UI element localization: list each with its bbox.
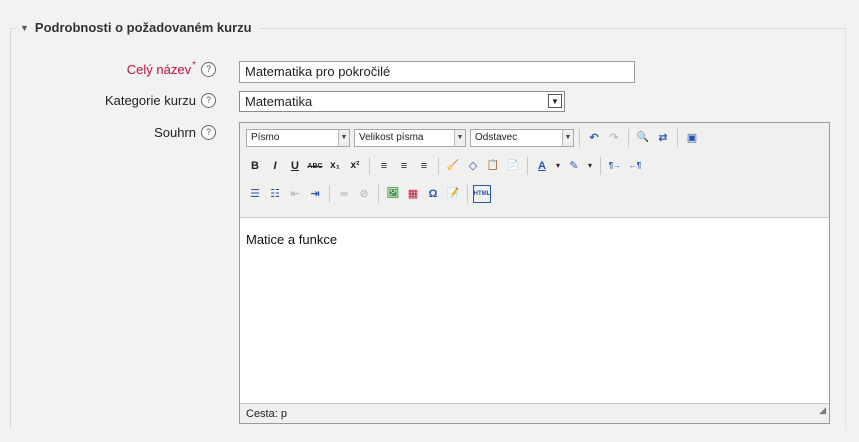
outdent-icon[interactable]: ⇤ bbox=[286, 185, 304, 203]
chevron-down-icon[interactable]: ▾ bbox=[553, 157, 563, 175]
find-icon[interactable]: 🔍 bbox=[634, 129, 652, 147]
replace-icon[interactable]: ⇄ bbox=[654, 129, 672, 147]
ltr-icon[interactable]: ¶→ bbox=[606, 157, 624, 175]
toolbar-separator bbox=[369, 157, 370, 175]
chevron-down-icon: ▼ bbox=[454, 130, 465, 146]
editor-text: Matice a funkce bbox=[246, 232, 338, 247]
fullname-label: Celý název bbox=[126, 62, 192, 77]
toolbar-separator bbox=[600, 157, 601, 175]
chevron-down-icon[interactable]: ▾ bbox=[585, 157, 595, 175]
summary-editor: Písmo ▼ Velikost písma ▼ Odstavec ▼ ↶ ↷ … bbox=[239, 122, 830, 424]
font-family-select[interactable]: Písmo ▼ bbox=[246, 129, 350, 147]
chevron-down-icon: ▼ bbox=[562, 130, 573, 146]
editor-content-area[interactable]: Matice a funkce bbox=[246, 232, 337, 247]
category-select[interactable]: Matematika ▼ bbox=[239, 91, 565, 112]
toolbar-row-1: Písmo ▼ Velikost písma ▼ Odstavec ▼ ↶ ↷ … bbox=[246, 129, 701, 147]
toolbar-row-3: ☰ ☷ ⇤ ⇥ ∞ ⊘ 🖼 ▦ Ω 📝 HTML bbox=[246, 185, 491, 203]
editor-statusbar: Cesta: p ◢ bbox=[240, 403, 829, 423]
paste-text-icon[interactable]: 📋 bbox=[484, 157, 502, 175]
help-icon[interactable]: ? bbox=[201, 62, 216, 77]
italic-icon[interactable]: I bbox=[266, 157, 284, 175]
font-size-value: Velikost písma bbox=[359, 132, 424, 143]
toolbar-separator bbox=[677, 129, 678, 147]
html-source-icon[interactable]: HTML bbox=[473, 185, 491, 203]
category-selected-value: Matematika bbox=[245, 94, 313, 109]
image-icon[interactable]: 🖼 bbox=[384, 185, 402, 203]
category-label-row: Kategorie kurzu ? bbox=[105, 93, 216, 108]
chevron-down-icon[interactable]: ▼ bbox=[548, 94, 562, 108]
align-left-icon[interactable]: ≡ bbox=[375, 157, 393, 175]
section-title: Podrobnosti o požadovaném kurzu bbox=[34, 20, 252, 35]
toolbar-separator bbox=[329, 185, 330, 203]
summary-label: Souhrn bbox=[154, 125, 196, 140]
category-label: Kategorie kurzu bbox=[104, 93, 196, 108]
strikethrough-icon[interactable]: ABC bbox=[306, 157, 324, 175]
block-format-value: Odstavec bbox=[475, 132, 518, 143]
toolbar-separator bbox=[527, 157, 528, 175]
toolbar-separator bbox=[467, 185, 468, 203]
special-character-icon[interactable]: Ω bbox=[424, 185, 442, 203]
bold-icon[interactable]: B bbox=[246, 157, 264, 175]
text-color-icon[interactable]: A bbox=[533, 157, 551, 175]
media-icon[interactable]: ▦ bbox=[404, 185, 422, 203]
underline-icon[interactable]: U bbox=[286, 157, 304, 175]
toolbar-separator bbox=[438, 157, 439, 175]
toolbar-separator bbox=[628, 129, 629, 147]
fullscreen-icon[interactable]: ▣ bbox=[683, 129, 701, 147]
resize-handle-icon[interactable]: ◢ bbox=[819, 400, 826, 420]
paste-word-icon[interactable]: 📄 bbox=[504, 157, 522, 175]
editor-path: Cesta: p bbox=[246, 408, 287, 420]
help-icon[interactable]: ? bbox=[201, 93, 216, 108]
numbered-list-icon[interactable]: ☷ bbox=[266, 185, 284, 203]
highlight-color-icon[interactable]: ✎ bbox=[565, 157, 583, 175]
required-star-icon: * bbox=[192, 60, 196, 71]
toolbar-row-2: B I U ABC x₁ x² ≡ ≡ ≡ 🧹 ◇ 📋 📄 A ▾ ✎ ▾ ¶→… bbox=[246, 157, 644, 175]
edit-icon[interactable]: 📝 bbox=[444, 185, 462, 203]
undo-icon[interactable]: ↶ bbox=[585, 129, 603, 147]
help-icon[interactable]: ? bbox=[201, 125, 216, 140]
font-size-select[interactable]: Velikost písma ▼ bbox=[354, 129, 466, 147]
superscript-icon[interactable]: x² bbox=[346, 157, 364, 175]
eraser-icon[interactable]: ◇ bbox=[464, 157, 482, 175]
rtl-icon[interactable]: ←¶ bbox=[626, 157, 644, 175]
redo-icon[interactable]: ↷ bbox=[605, 129, 623, 147]
fullname-input[interactable]: Matematika pro pokročilé bbox=[239, 61, 635, 83]
toolbar-separator bbox=[579, 129, 580, 147]
toolbar-separator bbox=[378, 185, 379, 203]
subscript-icon[interactable]: x₁ bbox=[326, 157, 344, 175]
bullet-list-icon[interactable]: ☰ bbox=[246, 185, 264, 203]
cleanup-icon[interactable]: 🧹 bbox=[444, 157, 462, 175]
font-family-value: Písmo bbox=[251, 132, 280, 143]
unlink-icon[interactable]: ⊘ bbox=[355, 185, 373, 203]
section-legend[interactable]: ▼ Podrobnosti o požadovaném kurzu bbox=[16, 20, 260, 35]
align-center-icon[interactable]: ≡ bbox=[395, 157, 413, 175]
editor-toolbar: Písmo ▼ Velikost písma ▼ Odstavec ▼ ↶ ↷ … bbox=[240, 123, 829, 218]
collapse-triangle-icon[interactable]: ▼ bbox=[20, 23, 29, 33]
summary-label-row: Souhrn ? bbox=[154, 125, 216, 140]
indent-icon[interactable]: ⇥ bbox=[306, 185, 324, 203]
align-right-icon[interactable]: ≡ bbox=[415, 157, 433, 175]
fullname-label-row: Celý název * ? bbox=[126, 60, 216, 77]
chevron-down-icon: ▼ bbox=[338, 130, 349, 146]
link-icon[interactable]: ∞ bbox=[335, 185, 353, 203]
block-format-select[interactable]: Odstavec ▼ bbox=[470, 129, 574, 147]
